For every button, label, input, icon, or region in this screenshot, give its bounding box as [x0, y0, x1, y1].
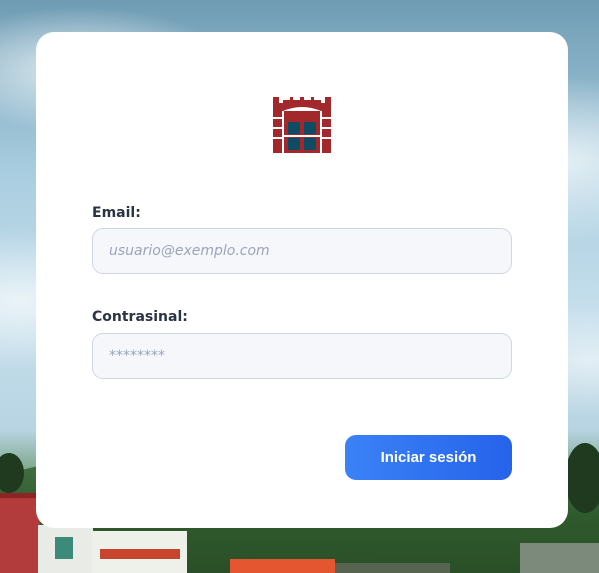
- email-field[interactable]: [92, 228, 512, 274]
- house-roof: [100, 549, 180, 559]
- password-label: Contrasinal:: [92, 309, 188, 325]
- email-label: Email:: [92, 205, 141, 221]
- house-roof: [230, 559, 335, 573]
- login-card: Email: Contrasinal: Iniciar sesión: [36, 32, 568, 528]
- password-field[interactable]: [92, 333, 512, 379]
- tree: [565, 443, 599, 513]
- building-logo-icon: [273, 97, 331, 153]
- house: [520, 543, 599, 573]
- login-button[interactable]: Iniciar sesión: [345, 435, 512, 480]
- house-window: [55, 537, 73, 559]
- road: [330, 563, 450, 573]
- house: [0, 498, 40, 573]
